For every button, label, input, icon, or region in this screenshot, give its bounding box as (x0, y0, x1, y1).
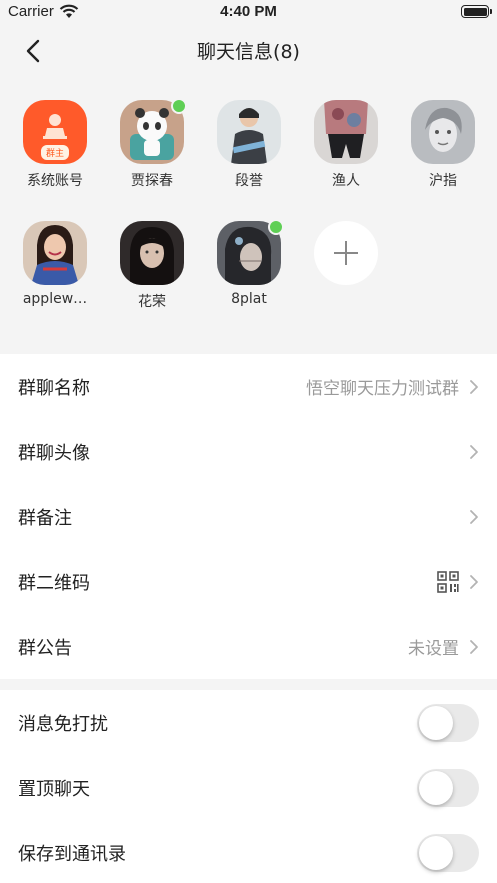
chevron-right-icon (470, 639, 478, 654)
mute-row: 消息免打扰 (0, 690, 497, 755)
member-item[interactable]: 渔人 (301, 100, 391, 190)
online-indicator (171, 98, 187, 114)
save-contacts-toggle[interactable] (417, 833, 479, 872)
member-name: 段誉 (235, 173, 263, 189)
member-item[interactable]: 段誉 (204, 100, 294, 190)
member-item[interactable]: 群主 系统账号 (10, 100, 100, 190)
battery-icon (461, 5, 492, 18)
chevron-right-icon (470, 509, 478, 524)
chat-options-section: 消息免打扰 置顶聊天 保存到通讯录 (0, 690, 497, 883)
member-item[interactable]: applew… (10, 221, 100, 307)
row-label: 保存到通讯录 (18, 843, 126, 865)
pin-chat-toggle[interactable] (417, 768, 479, 807)
mute-toggle[interactable] (417, 703, 479, 742)
group-name-value: 悟空聊天压力测试群 (306, 379, 459, 399)
chevron-right-icon (470, 574, 478, 589)
add-member-button[interactable] (314, 221, 378, 285)
add-member-item[interactable] (301, 221, 391, 285)
member-item[interactable]: 沪指 (398, 100, 488, 190)
member-name: 渔人 (332, 173, 360, 189)
member-name: 贾探春 (131, 173, 173, 189)
group-notice-row[interactable]: 群公告 未设置 (0, 614, 497, 679)
group-avatar-row[interactable]: 群聊头像 (0, 419, 497, 484)
qr-code-icon (437, 570, 459, 593)
row-label: 群备注 (18, 507, 72, 529)
save-contacts-row: 保存到通讯录 (0, 820, 497, 883)
group-remark-row[interactable]: 群备注 (0, 484, 497, 549)
member-name: 花荣 (138, 294, 166, 310)
person-photo-avatar (23, 221, 87, 285)
clock: 4:40 PM (220, 3, 277, 20)
member-name: applew… (22, 291, 88, 307)
page-title: 聊天信息(8) (197, 41, 300, 63)
person-photo-avatar (217, 100, 281, 164)
row-label: 置顶聊天 (18, 778, 90, 800)
group-name-row[interactable]: 群聊名称 悟空聊天压力测试群 (0, 354, 497, 419)
chevron-right-icon (470, 379, 478, 394)
online-indicator (268, 219, 284, 235)
group-settings-section: 群聊名称 悟空聊天压力测试群 群聊头像 群备注 群二维码 群公告 未设置 (0, 354, 497, 679)
group-notice-value: 未设置 (408, 639, 459, 659)
row-label: 群聊头像 (18, 442, 90, 464)
nav-bar: 聊天信息(8) (0, 26, 497, 76)
group-qrcode-row[interactable]: 群二维码 (0, 549, 497, 614)
member-name: 沪指 (429, 173, 457, 189)
member-name: 8plat (231, 291, 267, 307)
person-sketch-avatar (411, 100, 475, 164)
chevron-right-icon (470, 444, 478, 459)
person-photo-avatar (314, 100, 378, 164)
member-item[interactable]: 贾探春 (107, 98, 197, 190)
row-label: 群二维码 (18, 572, 90, 594)
person-photo-avatar (120, 221, 184, 285)
row-label: 群聊名称 (18, 377, 90, 399)
row-label: 群公告 (18, 637, 72, 659)
owner-badge: 群主 (40, 145, 70, 160)
status-bar: Carrier 4:40 PM (0, 0, 497, 26)
pin-chat-row: 置顶聊天 (0, 755, 497, 820)
row-label: 消息免打扰 (18, 713, 108, 735)
member-name: 系统账号 (27, 173, 83, 189)
member-item[interactable]: 8plat (204, 219, 294, 307)
member-item[interactable]: 花荣 (107, 221, 197, 311)
